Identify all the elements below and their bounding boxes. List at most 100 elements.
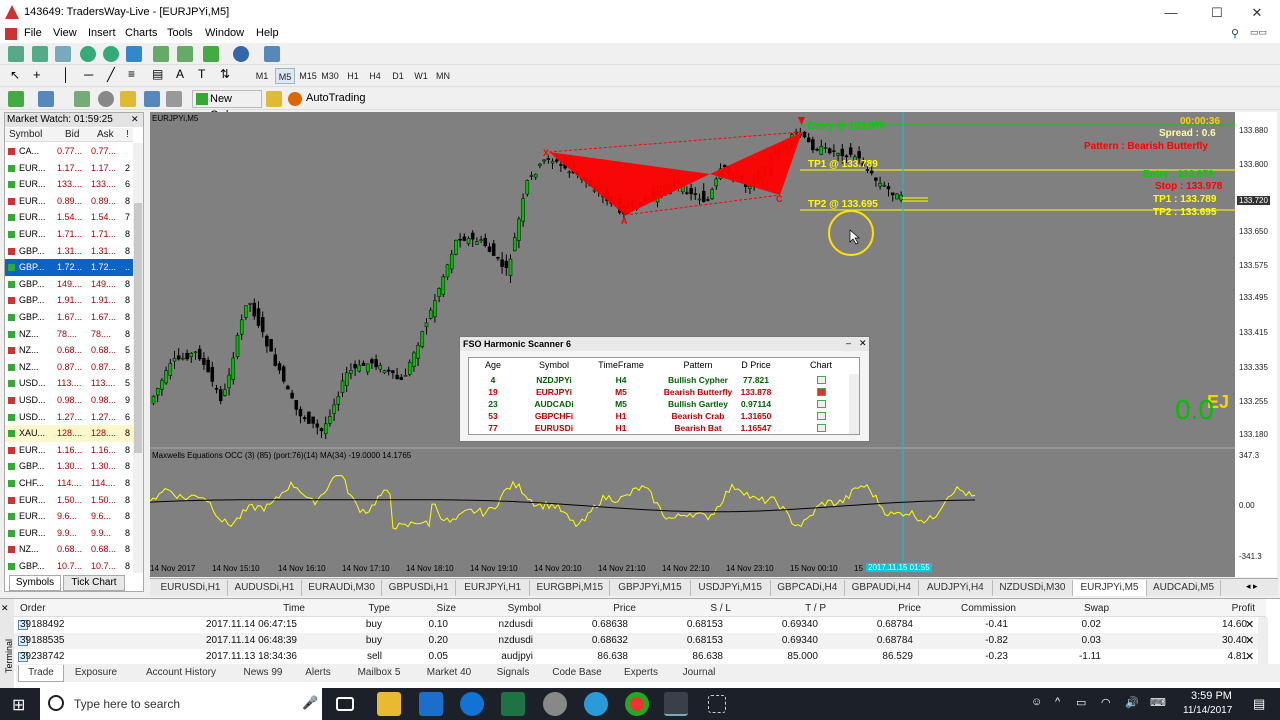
- list-item[interactable]: USD... 0.98... 0.98... 9: [5, 392, 133, 409]
- volume-icon[interactable]: 🔊: [1125, 696, 1139, 709]
- tester-icon[interactable]: [166, 91, 182, 107]
- col-sl[interactable]: S / L: [710, 603, 731, 614]
- terminal-tab[interactable]: Signals: [484, 665, 542, 681]
- col-size[interactable]: Size: [437, 603, 456, 614]
- tf-m5[interactable]: M5: [275, 68, 295, 84]
- chart-tab[interactable]: AUDUSDi,H1: [228, 580, 302, 596]
- list-item[interactable]: NZ... 0.68... 0.68... 8: [5, 541, 133, 558]
- col-swap[interactable]: Swap: [1084, 603, 1109, 614]
- close-order-icon[interactable]: ✕: [1245, 650, 1254, 663]
- excel-icon[interactable]: [501, 692, 525, 716]
- clock-date[interactable]: 11/14/2017: [1183, 705, 1232, 716]
- navigator-icon[interactable]: [98, 91, 114, 107]
- chart-tab[interactable]: EURJPYi,M5: [1073, 580, 1147, 596]
- scanner-row[interactable]: 23 AUDCADi M5 Bullish Gartley 0.97114: [469, 398, 849, 410]
- terminal-tab[interactable]: Mailbox 5: [344, 665, 414, 681]
- wifi-icon[interactable]: ◠: [1101, 696, 1111, 709]
- col-price-current[interactable]: Price: [898, 603, 921, 614]
- tab-symbols[interactable]: Symbols: [9, 575, 61, 591]
- list-item[interactable]: EUR... 1.17... 1.17... 2: [5, 160, 133, 177]
- harmonic-scanner-window[interactable]: FSO Harmonic Scanner 6 – ✕ Age Symbol Ti…: [459, 336, 870, 442]
- list-item[interactable]: EUR... 9.6... 9.6... 8: [5, 508, 133, 525]
- list-item[interactable]: XAU... 128.... 128.... 8: [5, 425, 133, 442]
- edge-icon[interactable]: [460, 692, 484, 716]
- chart-tab[interactable]: USDJPYi,M15: [691, 580, 771, 596]
- close-order-icon[interactable]: ✕: [1245, 634, 1254, 647]
- clock-time[interactable]: 3:59 PM: [1191, 690, 1232, 702]
- open-chart-icon[interactable]: [817, 412, 826, 420]
- notification-icon[interactable]: ▤: [1253, 696, 1265, 712]
- menu-file[interactable]: File: [24, 27, 42, 39]
- restore-icon[interactable]: ▭▭: [1250, 27, 1267, 38]
- bar-chart-icon[interactable]: [55, 46, 71, 62]
- terminal-tab[interactable]: Code Base: [542, 665, 612, 681]
- metatrader-icon[interactable]: [664, 692, 688, 716]
- chart-tab[interactable]: GBPJPYi,M15: [610, 580, 691, 596]
- chart-tab[interactable]: GBPUSDi,H1: [382, 580, 457, 596]
- market-watch-icon[interactable]: [38, 91, 54, 107]
- periods-icon[interactable]: [233, 46, 249, 62]
- menu-window[interactable]: Window: [205, 27, 244, 39]
- chart-tab[interactable]: NZDUSDi,M30: [993, 580, 1073, 596]
- list-item[interactable]: EUR... 1.54... 1.54... 7: [5, 209, 133, 226]
- search-icon[interactable]: ⚲: [1231, 27, 1239, 40]
- table-row[interactable]: 39188492 2017.11.14 06:47:15 buy 0.10 nzdusd…: [14, 617, 1258, 633]
- list-item[interactable]: NZ... 0.68... 0.68... 5: [5, 342, 133, 359]
- vertical-line-icon[interactable]: │: [62, 67, 70, 82]
- open-chart-icon[interactable]: [817, 400, 826, 408]
- ie-icon[interactable]: [584, 692, 608, 716]
- col-commission[interactable]: Commission: [961, 603, 1016, 614]
- app-icon[interactable]: [543, 692, 567, 716]
- list-item[interactable]: USD... 113.... 113.... 5: [5, 375, 133, 392]
- open-chart-icon[interactable]: [817, 424, 826, 432]
- close-order-icon[interactable]: ✕: [1245, 618, 1254, 631]
- col-symbol[interactable]: Symbol: [9, 128, 42, 142]
- crosshair-icon[interactable]: +: [33, 67, 41, 82]
- open-chart-icon[interactable]: [817, 388, 826, 396]
- list-item[interactable]: EUR... 9.9... 9.9... 8: [5, 525, 133, 542]
- experts-icon[interactable]: [266, 91, 282, 107]
- outlook-icon[interactable]: [419, 692, 443, 716]
- text-icon[interactable]: A: [176, 67, 184, 81]
- open-chart-icon[interactable]: [817, 376, 826, 384]
- chart-tab[interactable]: AUDCADi,M5: [1147, 580, 1221, 596]
- templates-icon[interactable]: [264, 46, 280, 62]
- scrollbar[interactable]: [133, 143, 143, 573]
- chart-tab[interactable]: EURAUDi,M30: [302, 580, 383, 596]
- terminal-tab[interactable]: News 99: [234, 665, 292, 681]
- terminal-tab[interactable]: Account History: [128, 665, 234, 681]
- cursor-icon[interactable]: ↖: [10, 68, 20, 82]
- close-icon[interactable]: ✕: [859, 338, 867, 349]
- chart-tab[interactable]: EURUSDi,H1: [154, 580, 228, 596]
- tf-m30[interactable]: M30: [320, 68, 340, 84]
- tf-w1[interactable]: W1: [411, 68, 431, 84]
- horizontal-line-icon[interactable]: ─: [84, 67, 93, 82]
- tile-windows-icon[interactable]: [126, 46, 142, 62]
- terminal-tab[interactable]: Market 40: [414, 665, 484, 681]
- tf-m1[interactable]: M1: [252, 68, 272, 84]
- favorites-icon[interactable]: [120, 91, 136, 107]
- new-window-icon[interactable]: [8, 91, 24, 107]
- microphone-icon[interactable]: 🎤: [302, 695, 318, 711]
- list-item[interactable]: GBP... 1.67... 1.67... 8: [5, 309, 133, 326]
- list-item[interactable]: NZ... 78.... 78.... 8: [5, 326, 133, 343]
- table-row[interactable]: 39188535 2017.11.14 06:48:39 buy 0.20 nzdusd…: [14, 633, 1258, 649]
- data-window-icon[interactable]: [74, 91, 90, 107]
- windows-start-icon[interactable]: ⊞: [12, 695, 25, 715]
- list-item[interactable]: EUR... 1.50... 1.50... 8: [5, 492, 133, 509]
- list-item[interactable]: CA... 0.77... 0.77...: [5, 143, 133, 160]
- col-bid[interactable]: Bid: [65, 128, 79, 142]
- scrollbar[interactable]: [1258, 617, 1268, 665]
- chart-tab[interactable]: AUDJPYi,H4: [919, 580, 993, 596]
- minimize-icon[interactable]: –: [846, 338, 851, 348]
- list-item[interactable]: CHF... 114.... 114.... 8: [5, 475, 133, 492]
- list-item[interactable]: GBP... 1.30... 1.30... 8: [5, 458, 133, 475]
- chart-shift-icon[interactable]: [177, 46, 193, 62]
- network-icon[interactable]: ▭: [1076, 696, 1086, 709]
- tf-mn[interactable]: MN: [433, 68, 453, 84]
- scanner-row[interactable]: 19 EURJPYi M5 Bearish Butterfly 133.878: [469, 386, 849, 398]
- scrollbar[interactable]: [849, 374, 859, 434]
- tf-d1[interactable]: D1: [388, 68, 408, 84]
- tf-h4[interactable]: H4: [365, 68, 385, 84]
- tab-scroll-icon[interactable]: ◂ ▸: [1246, 581, 1258, 592]
